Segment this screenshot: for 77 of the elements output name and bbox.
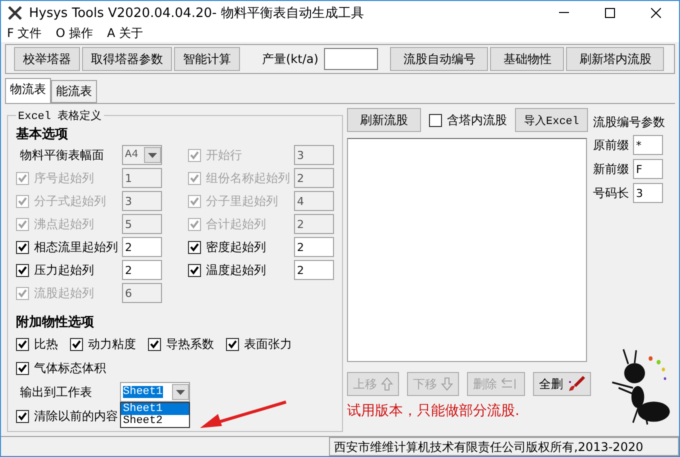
- checkbox-label: 密度起始列: [206, 238, 266, 256]
- down-arrow-icon: [441, 377, 453, 391]
- input-field[interactable]: F: [633, 159, 663, 179]
- checkbox-label: 流股起始列: [34, 284, 94, 302]
- maximize-icon[interactable]: [605, 8, 615, 18]
- input-field[interactable]: 2: [294, 237, 334, 257]
- trial-notice: 试用版本，只能做部分流股.: [347, 402, 520, 420]
- checkbox-label: 导热系数: [166, 336, 214, 352]
- menu-item[interactable]: O 操作: [56, 25, 93, 42]
- input-field[interactable]: 2: [294, 260, 334, 280]
- toolbar-button[interactable]: 取得塔器参数: [82, 47, 172, 71]
- section-heading: 基本选项: [16, 126, 69, 143]
- checkbox-label: 开始行: [206, 146, 242, 164]
- tools-icon: [7, 5, 23, 21]
- dropdown[interactable]: Sheet1: [120, 382, 190, 402]
- minimize-icon[interactable]: [559, 12, 569, 14]
- tab[interactable]: 能流表: [51, 80, 97, 103]
- checkbox[interactable]: [226, 338, 239, 350]
- field-label: 新前缀: [593, 160, 629, 178]
- action-button[interactable]: 全删: [533, 372, 591, 396]
- dropdown[interactable]: A4: [122, 145, 162, 165]
- toolbar-button[interactable]: 流股自动编号: [390, 47, 488, 71]
- checkbox[interactable]: [16, 362, 29, 374]
- checkbox[interactable]: [16, 410, 29, 422]
- input-field[interactable]: 3: [633, 183, 663, 203]
- brush-icon: [567, 376, 585, 392]
- section-heading: 附加物性选项: [16, 314, 95, 331]
- caret-icon: [148, 152, 157, 158]
- field-label: 原前缀: [593, 136, 629, 154]
- checkbox-label: 组份名称起始列: [206, 170, 290, 186]
- checkbox-label: 温度起始列: [206, 262, 266, 278]
- tab[interactable]: 物流表: [5, 78, 51, 103]
- checkbox[interactable]: [70, 338, 83, 350]
- checkbox[interactable]: [429, 114, 442, 126]
- checkbox-label: 压力起始列: [34, 262, 94, 278]
- checkbox-label: 气体标态体积: [34, 360, 106, 376]
- checkbox-label: 清除以前的内容: [34, 408, 118, 424]
- window-title: Hysys Tools V2020.04.04.20- 物料平衡表自动生成工具: [29, 5, 365, 22]
- field-label: 号码长: [593, 184, 629, 202]
- toolbar-button[interactable]: 智能计算: [174, 47, 240, 71]
- checkbox-label: 合计起始列: [206, 216, 266, 232]
- group-title: Excel 表格定义: [17, 108, 103, 123]
- status-bar: 西安市维维计算机技术有限责任公司版权所有,2013-2020: [329, 437, 679, 456]
- import-button[interactable]: 导入Excel: [515, 108, 588, 132]
- checkbox[interactable]: [148, 338, 161, 350]
- checkbox-label: 相态流里起始列: [34, 238, 118, 256]
- field-label: 输出到工作表: [20, 384, 92, 400]
- checkbox-label: 分子式起始列: [34, 192, 106, 210]
- checkbox-label: 表面张力: [244, 336, 292, 352]
- caret-icon: [176, 390, 185, 394]
- checkbox[interactable]: [188, 240, 201, 254]
- menu-item[interactable]: F 文件: [7, 25, 42, 42]
- refresh-button[interactable]: 刷新流股: [347, 108, 421, 132]
- input-field[interactable]: *: [633, 135, 663, 155]
- toolbar-button[interactable]: 校举塔器: [14, 47, 80, 71]
- field-label: 产量(kt/a): [262, 50, 318, 68]
- input-field[interactable]: 2: [122, 237, 162, 257]
- checkbox-label: 沸点起始列: [34, 216, 94, 232]
- checkbox-label: 含塔内流股: [447, 112, 507, 128]
- input-field[interactable]: 2: [122, 260, 162, 280]
- toolbar-button[interactable]: 刷新塔内流股: [566, 47, 664, 71]
- params-title: 流股编号参数: [593, 114, 666, 131]
- checkbox-label: 比热: [34, 336, 58, 352]
- checkbox[interactable]: [16, 264, 29, 276]
- checkbox-label: 动力粘度: [88, 336, 136, 352]
- field-label: 物料平衡表幅面: [19, 146, 105, 164]
- input-field[interactable]: [324, 48, 378, 70]
- dropdown-option[interactable]: Sheet1: [121, 403, 189, 415]
- close-icon[interactable]: [651, 8, 661, 18]
- checkbox[interactable]: [16, 338, 29, 350]
- checkbox-label: 序号起始列: [34, 170, 94, 186]
- checkbox[interactable]: [188, 264, 201, 276]
- checkbox[interactable]: [16, 240, 29, 254]
- up-arrow-icon: [381, 377, 393, 391]
- menu-item[interactable]: A 关于: [106, 25, 144, 42]
- checkbox-label: 分子里起始列: [206, 192, 278, 210]
- toolbar-button[interactable]: 基础物性: [490, 47, 564, 71]
